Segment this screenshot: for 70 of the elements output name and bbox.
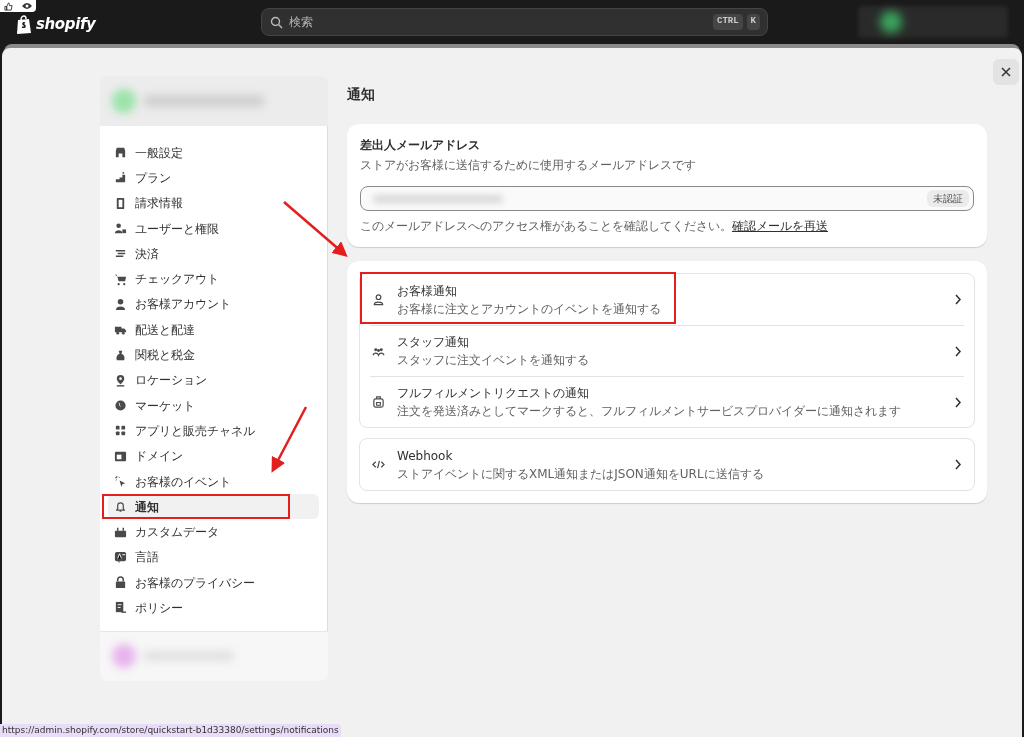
- page-title: 通知: [347, 85, 376, 104]
- eye-icon[interactable]: [21, 2, 32, 10]
- notification-row[interactable]: お客様通知 お客様に注文とアカウントのイベントを通知する: [370, 274, 964, 325]
- verification-note: このメールアドレスへのアクセス権があることを確認してください。確認メールを再送: [360, 218, 829, 235]
- cart-icon: [114, 272, 127, 286]
- card-title: 差出人メールアドレス: [360, 137, 481, 154]
- chevron-right-icon: [954, 396, 962, 408]
- sidebar-item[interactable]: プラン: [108, 165, 319, 191]
- notification-row[interactable]: フルフィルメントリクエストの通知 注文を発送済みとしてマークすると、フルフィルメントサービスプロバイダーに通知されます: [370, 376, 964, 427]
- person-icon: [372, 293, 385, 306]
- store-icon: [114, 146, 127, 160]
- close-button[interactable]: [993, 59, 1019, 85]
- code-icon: [372, 458, 385, 471]
- sidebar-item[interactable]: お客様のプライバシー: [108, 570, 319, 596]
- row-description: ストアイベントに関するXML通知またはJSON通知をURLに送信する: [397, 465, 765, 483]
- location-pin-icon: [114, 373, 127, 387]
- notification-row[interactable]: Webhook ストアイベントに関するXML通知またはJSON通知をURLに送信する: [370, 439, 964, 490]
- status-url: https://admin.shopify.com/store/quickstart-b1d33380/settings/notifications: [0, 724, 341, 737]
- close-icon: [1001, 67, 1011, 77]
- sidebar-item[interactable]: 言語: [108, 544, 319, 571]
- sidebar-item[interactable]: チェックアウト: [108, 266, 319, 292]
- domain-icon: [114, 449, 127, 463]
- money-bag-icon: [114, 348, 127, 362]
- sidebar-item[interactable]: 決済: [108, 241, 319, 267]
- resend-link[interactable]: 確認メールを再送: [732, 219, 828, 233]
- sidebar-item[interactable]: ユーザーと権限: [108, 215, 319, 242]
- annotation-arrow: [283, 201, 348, 257]
- search-icon: [270, 16, 283, 29]
- shopify-logo[interactable]: shopify: [36, 12, 96, 36]
- chevron-right-icon: [954, 345, 962, 357]
- notification-row[interactable]: スタッフ通知 スタッフに注文イベントを通知する: [370, 325, 964, 376]
- sidebar-item[interactable]: お客様のイベント: [108, 468, 319, 495]
- status-badge: 未認証: [927, 190, 969, 207]
- shortcut-key: CTRL: [713, 14, 743, 30]
- shopping-bag-icon: [16, 14, 32, 34]
- chart-icon: [114, 171, 127, 185]
- sidebar-item[interactable]: マーケット: [108, 392, 319, 419]
- sidebar-item[interactable]: ドメイン: [108, 443, 319, 469]
- row-description: 注文を発送済みとしてマークすると、フルフィルメントサービスプロバイダーに通知されます: [397, 403, 902, 420]
- row-title: お客様通知: [397, 282, 458, 300]
- annotation-arrow: [271, 406, 308, 473]
- lock-icon: [114, 576, 127, 590]
- policy-icon: [114, 601, 127, 615]
- apps-icon: [114, 424, 127, 438]
- chevron-right-icon: [954, 294, 962, 305]
- sidebar-item[interactable]: ロケーション: [108, 367, 319, 393]
- person-icon: [114, 297, 127, 311]
- sidebar-item[interactable]: 配送と配達: [108, 317, 319, 343]
- users-icon: [114, 222, 127, 236]
- email-field[interactable]: 未認証: [360, 186, 974, 211]
- row-description: お客様に注文とアカウントのイベントを通知する: [397, 300, 662, 318]
- cursor-click-icon: [114, 475, 127, 488]
- row-title: Webhook: [397, 447, 454, 465]
- chevron-right-icon: [954, 459, 962, 470]
- row-title: スタッフ通知: [397, 334, 470, 351]
- sidebar-item[interactable]: 請求情報: [108, 190, 319, 216]
- sidebar-item[interactable]: カスタムデータ: [108, 519, 319, 545]
- thumb-icon[interactable]: [4, 1, 14, 11]
- row-title: フルフィルメントリクエストの通知: [397, 385, 590, 402]
- bell-icon: [114, 500, 127, 514]
- sidebar-item[interactable]: ポリシー: [108, 595, 319, 621]
- sidebar-item[interactable]: 一般設定: [108, 140, 319, 166]
- sidebar-item[interactable]: 関税と税金: [108, 342, 319, 368]
- blurred-account[interactable]: [858, 6, 1008, 38]
- row-description: スタッフに注文イベントを通知する: [397, 352, 590, 369]
- card-description: ストアがお客様に送信するために使用するメールアドレスです: [360, 157, 697, 174]
- sidebar-item[interactable]: お客様アカウント: [108, 291, 319, 318]
- sidebar-item[interactable]: アプリと販売チャネル: [108, 418, 319, 444]
- translate-icon: [114, 550, 127, 564]
- package-icon: [372, 395, 385, 409]
